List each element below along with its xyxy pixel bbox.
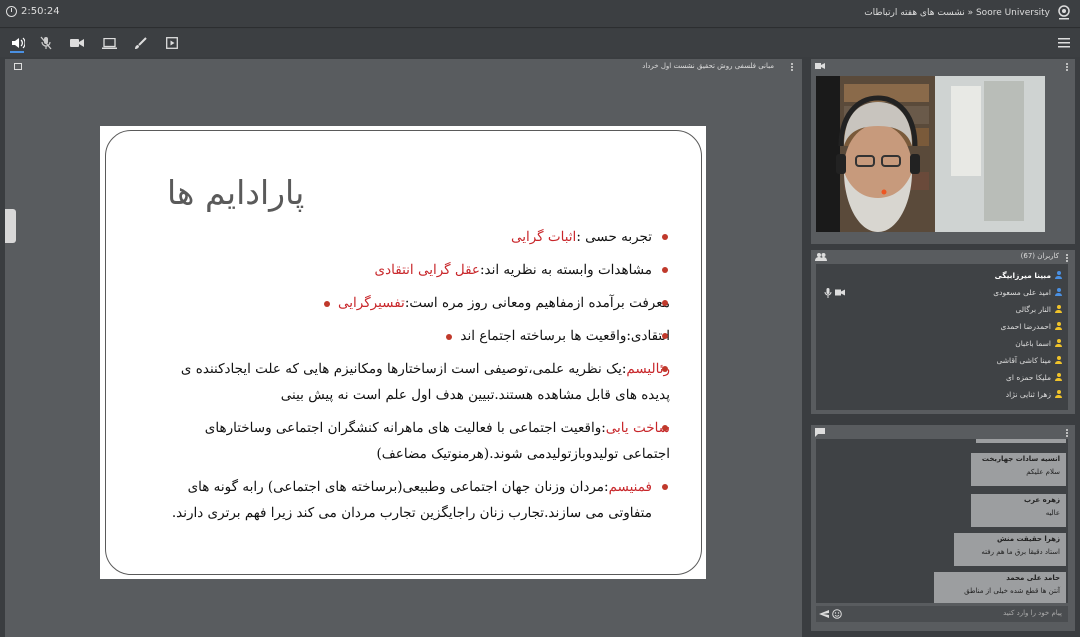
list-item[interactable]: اسما باغبان [1015, 335, 1062, 351]
slide-title: پارادایم ها [167, 173, 305, 212]
chat-message: حامد علی محمد آنتن ها قطع شده خیلی از من… [934, 572, 1066, 603]
webcam-video [816, 76, 1045, 232]
microphone-muted-icon[interactable] [38, 35, 54, 51]
clock-icon [6, 6, 17, 17]
chat-message: انسیه سادات جهاربخت سلام علیکم [971, 453, 1066, 486]
bullet-dot [446, 333, 453, 340]
screen-share-icon[interactable] [101, 35, 117, 51]
timer-text: 2:50:24 [21, 6, 60, 17]
chat-messages: انسیه سادات جهاربخت سلام علیکم زهره عرب … [816, 439, 1068, 603]
bullet-item: مشاهدات وابسته به نظریه اند:عقل گرایی ان… [160, 257, 670, 283]
chat-message: زهرا حقیقت منش استاد دقیقا برق ما هم رفت… [954, 533, 1066, 566]
bullet-item: انتقادی:واقعیت ها برساخته اجتماع اند [160, 323, 670, 349]
presenter-icon [1055, 271, 1062, 279]
top-bar: 2:50:24 Soore University « نشست های هفته… [0, 0, 1080, 28]
person-icon [1055, 339, 1062, 347]
list-item[interactable]: زهرا ثنایی نژاد [1006, 386, 1062, 402]
speaker-active-indicator [10, 51, 24, 53]
bullet-item: تجربه حسی :اثبات گرایی [160, 224, 670, 250]
chat-message-partial [976, 439, 1066, 443]
list-item[interactable]: النار برگالی [1015, 301, 1062, 317]
users-count-title: کاربران (67) [1020, 252, 1059, 260]
slide: پارادایم ها تجربه حسی :اثبات گرایی مشاهد… [100, 126, 706, 579]
side-drawer-handle[interactable] [5, 209, 16, 243]
chat-icon [815, 428, 825, 437]
presentation-title: مبانی فلسفی روش تحقیق نشست اول خرداد [642, 62, 774, 70]
bullet-item: ساخت یابی:واقعیت اجتماعی با فعالیت های م… [160, 415, 670, 467]
send-icon[interactable] [819, 610, 829, 618]
person-icon [1055, 322, 1062, 330]
chat-message: زهره عرب عالیه [971, 494, 1066, 527]
chat-panel: انسیه سادات جهاربخت سلام علیکم زهره عرب … [811, 425, 1075, 631]
users-panel: کاربران (67) مبینا میرزابیگی امید علی مس… [811, 250, 1075, 414]
chat-header [811, 425, 1075, 439]
list-item[interactable]: احمدرضا احمدی [1000, 318, 1062, 334]
chat-options-icon[interactable] [1066, 428, 1069, 438]
presentation-options-icon[interactable] [791, 62, 794, 72]
chat-placeholder: پیام خود را وارد کنید [1003, 609, 1062, 617]
slide-bullets: تجربه حسی :اثبات گرایی مشاهدات وابسته به… [160, 224, 670, 533]
list-item[interactable]: مبینا میرزابیگی [995, 267, 1062, 283]
users-options-icon[interactable] [1066, 253, 1069, 263]
chat-input[interactable]: پیام خود را وارد کنید [816, 606, 1068, 622]
fullscreen-icon[interactable] [14, 63, 22, 70]
session-timer: 2:50:24 [6, 6, 60, 17]
person-icon [1055, 356, 1062, 364]
users-icon [815, 253, 827, 261]
bullet-item: معرفت برآمده ازمفاهیم ومعانی روز مره است… [160, 290, 670, 316]
list-item[interactable]: مینا کاشی آقاشی [997, 352, 1062, 368]
list-item[interactable]: امید علی مسعودی [993, 284, 1062, 300]
bullet-item: فمنیسم:مردان وزنان جهان اجتماعی وطبیعی(ب… [160, 474, 670, 526]
presentation-header: مبانی فلسفی روش تحقیق نشست اول خرداد [5, 59, 802, 75]
person-icon [1055, 373, 1062, 381]
toolbar [0, 29, 1080, 57]
person-icon [1055, 390, 1062, 398]
camera-icon [835, 289, 845, 296]
video-camera-icon [815, 63, 825, 69]
brush-icon[interactable] [132, 35, 148, 51]
university-logo [1058, 5, 1070, 20]
list-item[interactable]: ملیکا حمزه ای [1006, 369, 1062, 385]
presentation-icon[interactable] [164, 35, 180, 51]
webcam-header [811, 59, 1075, 73]
user-list: مبینا میرزابیگی امید علی مسعودی النار بر… [816, 264, 1068, 410]
session-title: Soore University « نشست های هفته ارتباطا… [864, 8, 1050, 18]
bullet-dot [324, 300, 331, 307]
bullet-item: رئالیسم:یک نظریه علمی،توصیفی است ازساختا… [160, 356, 670, 408]
microphone-icon [824, 288, 832, 298]
speaker-icon[interactable] [10, 35, 26, 51]
person-icon [1055, 288, 1062, 296]
emoji-icon[interactable] [832, 609, 842, 619]
hamburger-menu-icon[interactable] [1058, 38, 1070, 48]
person-icon [1055, 305, 1062, 313]
camera-icon[interactable] [69, 35, 85, 51]
users-header: کاربران (67) [811, 250, 1075, 264]
webcam-options-icon[interactable] [1066, 62, 1069, 72]
